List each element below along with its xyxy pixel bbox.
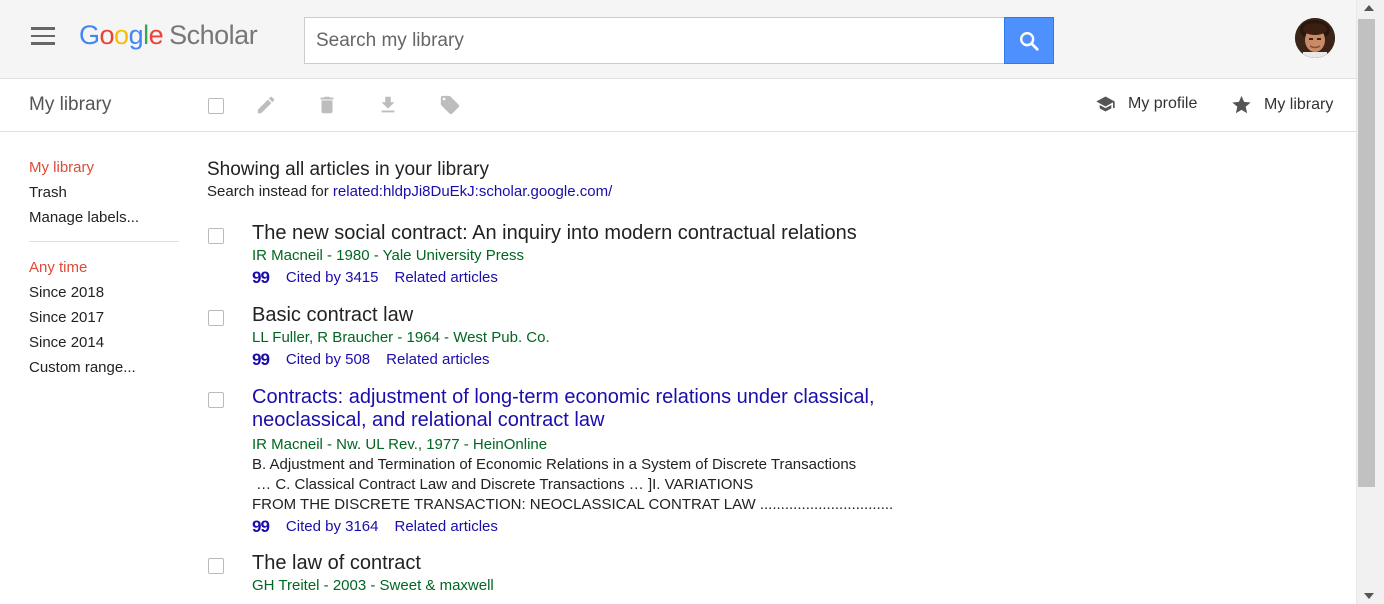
result-item: The new social contract: An inquiry into…: [207, 222, 967, 288]
search-instead-prefix: Search instead for: [207, 183, 329, 200]
showing-heading: Showing all articles in your library: [207, 159, 489, 180]
download-icon[interactable]: [377, 94, 399, 116]
sidebar-item-any-time[interactable]: Any time: [29, 258, 179, 283]
user-avatar[interactable]: [1295, 18, 1335, 58]
graduation-cap-icon: [1096, 96, 1115, 112]
hamburger-menu-icon[interactable]: [31, 27, 57, 49]
result-checkbox[interactable]: [208, 228, 224, 244]
sidebar-item-since-2018[interactable]: Since 2018: [29, 283, 179, 308]
trash-icon[interactable]: [316, 94, 338, 116]
my-library-link[interactable]: My library: [1230, 94, 1333, 116]
result-checkbox[interactable]: [208, 310, 224, 326]
result-checkbox[interactable]: [208, 558, 224, 574]
result-snippet-line: … C. Classical Contract Law and Discrete…: [252, 476, 754, 493]
vertical-scrollbar[interactable]: [1356, 0, 1384, 604]
sidebar-divider: [29, 241, 179, 242]
result-title-link[interactable]: Contracts: adjustment of long-term econo…: [252, 386, 967, 432]
related-articles-link[interactable]: Related articles: [386, 350, 489, 370]
avatar-photo-icon: [1295, 18, 1335, 58]
header-bar: Google Scholar: [0, 0, 1356, 79]
cited-by-link[interactable]: Cited by 508: [286, 350, 370, 370]
result-links: 99 Cited by 3415 Related articles: [252, 268, 967, 288]
result-item: Contracts: adjustment of long-term econo…: [207, 386, 967, 537]
result-meta: GH Treitel - 2003 - Sweet & maxwell: [252, 577, 494, 594]
result-title: The law of contract: [252, 552, 421, 574]
result-meta: IR Macneil - Nw. UL Rev., 1977 - HeinOnl…: [252, 436, 548, 453]
scroll-up-arrow-icon[interactable]: [1364, 5, 1374, 11]
edit-pencil-icon[interactable]: [255, 94, 277, 116]
result-meta: IR Macneil - 1980 - Yale University Pres…: [252, 247, 525, 264]
result-links: 99 Cited by 3164 Related articles: [252, 517, 967, 537]
sidebar: My library Trash Manage labels... Any ti…: [29, 158, 179, 383]
result-item: Basic contract law LL Fuller, R Braucher…: [207, 304, 967, 370]
result-title: Basic contract law: [252, 304, 414, 326]
label-tag-icon[interactable]: [439, 94, 461, 116]
search-instead-link[interactable]: related:hldpJi8DuEkJ:scholar.google.com/: [333, 183, 612, 200]
sidebar-item-custom-range[interactable]: Custom range...: [29, 358, 179, 383]
cited-by-link[interactable]: Cited by 3415: [286, 268, 379, 288]
results-area: Showing all articles in your library Sea…: [207, 158, 967, 596]
page: GoogleScholar My library: [0, 0, 1356, 604]
result-snippet-line: B. Adjustment and Termination of Economi…: [252, 456, 857, 473]
result-item: The law of contract GH Treitel - 2003 - …: [207, 552, 967, 596]
scrollbar-thumb[interactable]: [1358, 19, 1375, 487]
my-profile-link[interactable]: My profile: [1094, 94, 1197, 114]
result-checkbox[interactable]: [208, 392, 224, 408]
search-field[interactable]: [304, 17, 1005, 64]
page-title: My library: [29, 94, 112, 115]
search-instead-line: Search instead for related:hldpJi8DuEkJ:…: [207, 182, 967, 201]
result-snippet-line: FROM THE DISCRETE TRANSACTION: NEOCLASSI…: [252, 496, 894, 513]
sidebar-item-trash[interactable]: Trash: [29, 183, 179, 208]
library-toolbar: My library My profile My library: [0, 79, 1356, 132]
cite-quote-icon[interactable]: 99: [252, 350, 270, 370]
search-icon: [1020, 31, 1039, 51]
search-input[interactable]: [305, 18, 1005, 63]
result-meta: LL Fuller, R Braucher - 1964 - West Pub.…: [252, 329, 550, 346]
result-links: 99 Cited by 508 Related articles: [252, 350, 967, 370]
cite-quote-icon[interactable]: 99: [252, 268, 270, 288]
sidebar-item-my-library[interactable]: My library: [29, 158, 179, 183]
cited-by-link[interactable]: Cited by 3164: [286, 517, 379, 537]
my-profile-label: My profile: [1128, 95, 1198, 112]
sidebar-item-since-2017[interactable]: Since 2017: [29, 308, 179, 333]
cite-quote-icon[interactable]: 99: [252, 517, 270, 537]
search-button[interactable]: [1004, 17, 1054, 64]
scroll-down-arrow-icon[interactable]: [1364, 593, 1374, 599]
select-all-checkbox[interactable]: [208, 98, 224, 114]
related-articles-link[interactable]: Related articles: [395, 268, 498, 288]
result-title-line: Contracts: adjustment of long-term econo…: [252, 386, 875, 408]
sidebar-item-since-2014[interactable]: Since 2014: [29, 333, 179, 358]
sidebar-item-manage-labels[interactable]: Manage labels...: [29, 208, 179, 233]
google-scholar-logo[interactable]: Google Scholar: [79, 20, 258, 51]
result-title-line: neoclassical, and relational contract la…: [252, 409, 605, 431]
related-articles-link[interactable]: Related articles: [395, 517, 498, 537]
my-library-label: My library: [1264, 96, 1334, 113]
star-icon: [1232, 95, 1251, 114]
result-title: The new social contract: An inquiry into…: [252, 222, 857, 244]
